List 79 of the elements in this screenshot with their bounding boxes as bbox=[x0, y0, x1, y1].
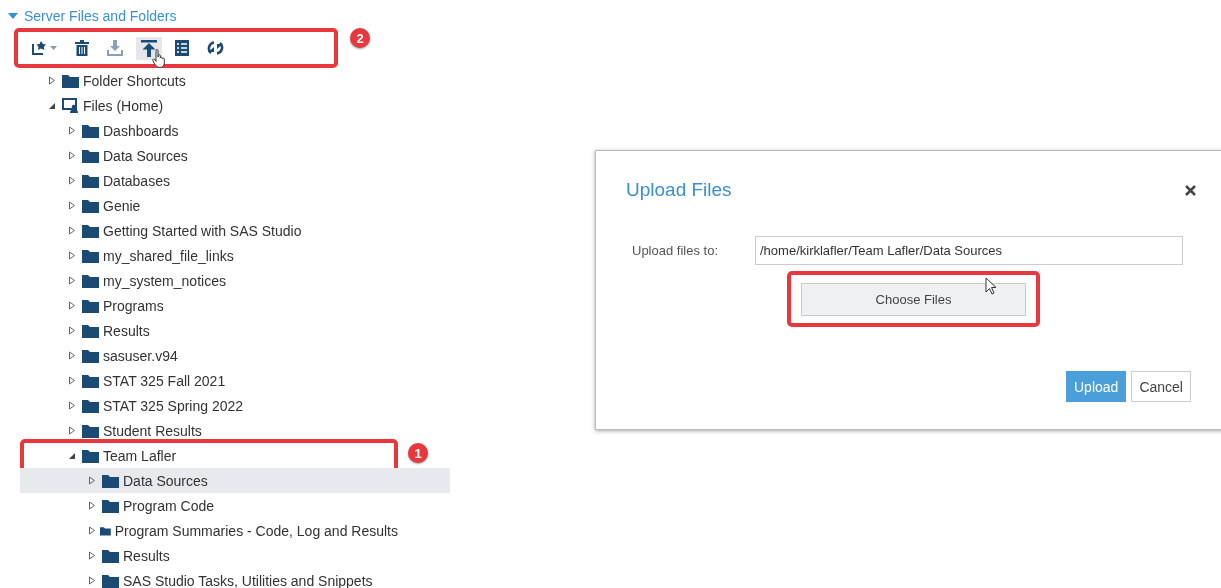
tree-item[interactable]: Getting Started with SAS Studio bbox=[20, 218, 398, 243]
folder-icon bbox=[82, 223, 99, 238]
tree-item[interactable]: Dashboards bbox=[20, 118, 398, 143]
tree-item[interactable]: Data Sources bbox=[20, 468, 450, 493]
folder-icon bbox=[82, 348, 99, 363]
refresh-icon bbox=[207, 40, 224, 56]
folder-icon bbox=[82, 398, 99, 413]
folder-icon bbox=[82, 148, 99, 163]
tree-item[interactable]: sasuser.v94 bbox=[20, 343, 398, 368]
expand-caret-icon[interactable] bbox=[68, 226, 76, 235]
list-icon bbox=[175, 40, 189, 56]
tree-item[interactable]: STAT 325 Spring 2022 bbox=[20, 393, 398, 418]
expand-caret-icon[interactable] bbox=[68, 276, 76, 285]
expand-caret-icon[interactable] bbox=[88, 501, 96, 510]
folder-icon bbox=[102, 573, 119, 588]
folder-icon bbox=[82, 298, 99, 313]
field-label: Upload files to: bbox=[632, 243, 719, 258]
tree-item[interactable]: Folder Shortcuts bbox=[20, 68, 398, 93]
pointer-cursor-icon bbox=[985, 277, 997, 295]
expand-caret-icon[interactable] bbox=[68, 151, 76, 160]
expand-caret-icon[interactable] bbox=[68, 401, 76, 410]
dropdown-caret-icon bbox=[50, 46, 57, 50]
dialog-title: Upload Files bbox=[626, 179, 732, 201]
tree-item[interactable]: Programs bbox=[20, 293, 398, 318]
expand-caret-icon[interactable] bbox=[68, 376, 76, 385]
tree-item[interactable]: Databases bbox=[20, 168, 398, 193]
expand-caret-icon[interactable] bbox=[88, 576, 96, 585]
expand-caret-icon[interactable] bbox=[68, 351, 76, 360]
expand-caret-icon[interactable] bbox=[68, 326, 76, 335]
expand-caret-icon[interactable] bbox=[68, 176, 76, 185]
upload-icon bbox=[141, 39, 157, 57]
tree-item[interactable]: Program Code bbox=[20, 493, 398, 518]
expand-caret-icon[interactable] bbox=[68, 201, 76, 210]
folder-icon bbox=[82, 323, 99, 338]
callout-badge: 1 bbox=[408, 443, 428, 463]
path-field[interactable]: /home/kirklafler/Team Lafler/Data Sources bbox=[755, 236, 1183, 265]
trash-icon bbox=[75, 40, 89, 56]
folder-icon bbox=[102, 548, 119, 563]
expand-caret-icon[interactable] bbox=[68, 426, 76, 435]
folder-icon bbox=[82, 373, 99, 388]
tree-item[interactable]: Files (Home) bbox=[20, 93, 398, 118]
folder-icon bbox=[82, 423, 99, 438]
folder-icon bbox=[82, 273, 99, 288]
tree-item[interactable]: Results bbox=[20, 318, 398, 343]
computer-user-icon bbox=[62, 98, 79, 113]
new-item-icon bbox=[31, 40, 48, 56]
folder-icon bbox=[102, 498, 119, 513]
tree-item[interactable]: SAS Studio Tasks, Utilities and Snippets bbox=[20, 568, 398, 588]
section-title[interactable]: Server Files and Folders bbox=[24, 7, 177, 24]
folder-icon bbox=[82, 248, 99, 263]
download-icon bbox=[107, 40, 123, 56]
expand-caret-icon[interactable] bbox=[68, 251, 76, 260]
close-icon[interactable] bbox=[1185, 184, 1196, 196]
tree-item[interactable]: Data Sources bbox=[20, 143, 398, 168]
folder-icon bbox=[82, 173, 99, 188]
expand-caret-icon[interactable] bbox=[68, 301, 76, 310]
folder-icon bbox=[102, 473, 119, 488]
folder-icon bbox=[82, 123, 99, 138]
tree-item[interactable]: Results bbox=[20, 543, 398, 568]
folder-icon bbox=[62, 73, 79, 88]
expand-caret-icon[interactable] bbox=[88, 476, 96, 485]
tree-item[interactable]: Student Results bbox=[20, 418, 398, 443]
tree-item[interactable]: Program Summaries - Code, Log and Results bbox=[20, 518, 398, 543]
tree-item[interactable]: Team Lafler bbox=[20, 443, 398, 468]
tree-item[interactable]: my_system_notices bbox=[20, 268, 398, 293]
folder-icon bbox=[82, 448, 99, 463]
expand-caret-icon[interactable] bbox=[68, 126, 76, 135]
cancel-button[interactable]: Cancel bbox=[1131, 371, 1191, 402]
expand-caret-icon[interactable] bbox=[88, 551, 96, 560]
callout-badge: 2 bbox=[350, 28, 370, 48]
collapse-caret-icon[interactable] bbox=[48, 101, 56, 110]
tree-item[interactable]: my_shared_file_links bbox=[20, 243, 398, 268]
choose-files-button[interactable]: Choose Files bbox=[801, 282, 1026, 316]
expand-caret-icon[interactable] bbox=[88, 526, 96, 535]
tree-item[interactable]: STAT 325 Fall 2021 bbox=[20, 368, 398, 393]
tree-item[interactable]: Genie bbox=[20, 193, 398, 218]
expand-caret-icon[interactable] bbox=[48, 76, 56, 85]
collapse-caret-icon[interactable] bbox=[68, 451, 76, 460]
folder-icon bbox=[82, 198, 99, 213]
